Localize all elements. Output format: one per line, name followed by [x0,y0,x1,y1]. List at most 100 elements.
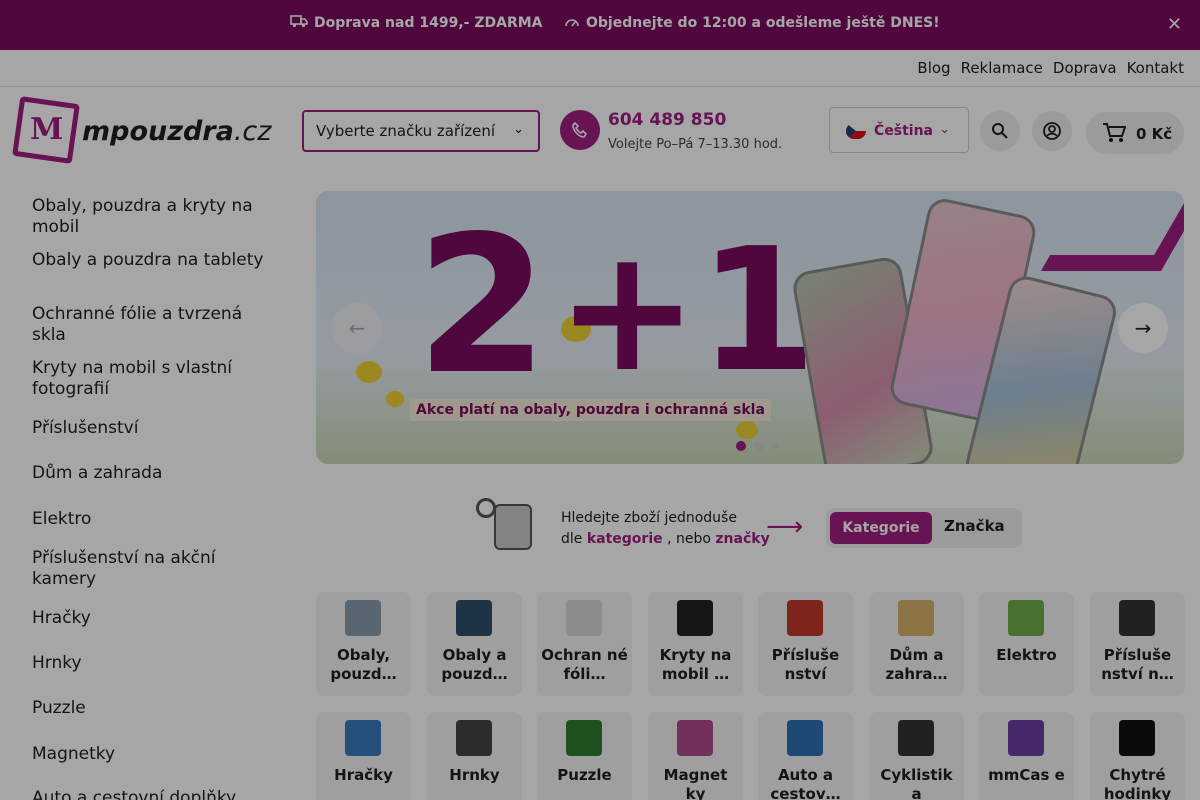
category-tile[interactable]: Přísluše nství n… [1090,592,1185,696]
category-tile-label: Ochran né fóli… [541,646,628,683]
category-tile[interactable]: Chytré hodinky [1090,712,1185,800]
chevron-down-icon: ⌄ [939,122,950,137]
secondary-nav: Blog Reklamace Doprava Kontakt [0,50,1200,87]
sidebar-item-folie[interactable]: Ochranné fólie a tvrzená skla [32,304,268,346]
category-thumb [898,720,934,756]
finder-link-brand[interactable]: značky [715,531,769,547]
logo-tld: .cz [233,116,272,147]
sidebar-item-obaly-tablety[interactable]: Obaly a pouzdra na tablety [32,250,268,271]
logo-text: mpouzdra.cz [82,116,271,147]
product-finder: Hledejte zboží jednoduše dle kategorie ,… [474,494,1034,560]
sidebar-item-magnetky[interactable]: Magnetky [32,744,268,765]
account-button[interactable] [1032,111,1072,151]
finder-toggle: Kategorie Značka [826,508,1022,548]
carousel-next-button[interactable]: → [1118,303,1168,353]
close-icon[interactable]: ✕ [1167,14,1182,35]
category-thumb [456,600,492,636]
category-tile-label: Obaly a pouzd… [441,646,508,683]
category-tile[interactable]: Auto a cestov… [758,712,853,800]
phone-icon[interactable] [560,110,600,150]
phone-number[interactable]: 604 489 850 [608,110,726,130]
phone-contact: 604 489 850 Volejte Po–Pá 7–13.30 hod. [560,108,820,158]
toggle-znacka[interactable]: Značka [944,517,1005,535]
carousel-prev-button[interactable]: ← [332,303,382,353]
category-thumb [898,600,934,636]
nav-link-kontakt[interactable]: Kontakt [1127,59,1184,77]
site-logo[interactable]: M mpouzdra.cz [12,96,271,164]
search-button[interactable] [980,111,1020,151]
language-label: Čeština [874,123,934,139]
finder-link-category[interactable]: kategorie [587,531,663,547]
category-tile[interactable]: Obaly, pouzd… [316,592,411,696]
category-tile[interactable]: Přísluše nství [758,592,853,696]
shipping-promo: Doprava nad 1499,- ZDARMA [290,14,543,32]
sidebar-item-prislusenstvi[interactable]: Příslušenství [32,418,268,439]
category-tile[interactable]: Hrnky [427,712,522,800]
truck-icon [290,14,308,32]
category-tile[interactable]: Magnet ky [648,712,743,800]
flower-decoration [386,391,404,407]
device-brand-select[interactable]: Vyberte značku zařízení ⌄ [302,110,540,152]
sidebar-item-vlastni-foto[interactable]: Kryty na mobil s vlastní fotografií [32,358,268,400]
category-thumb [677,720,713,756]
sidebar-item-dum-zahrada[interactable]: Dům a zahrada [32,463,268,484]
banner-tagline: Akce platí na obaly, pouzdra i ochranná … [410,399,771,421]
category-tile[interactable]: Dům a zahra… [869,592,964,696]
category-tile[interactable]: Ochran né fóli… [537,592,632,696]
sidebar-item-puzzle[interactable]: Puzzle [32,698,268,719]
arrow-right-icon: ⟶ [766,512,804,542]
arrow-right-icon: → [1134,316,1152,340]
category-thumb [1008,720,1044,756]
banner-headline-two: 2 [416,195,549,416]
category-tile[interactable]: Kryty na mobil … [648,592,743,696]
promo-carousel[interactable]: 2 +1 Akce platí na obaly, pouzdra i ochr… [316,191,1184,464]
category-tile[interactable]: Cyklistik a [869,712,964,800]
category-tile-label: Dům a zahra… [885,646,948,683]
nav-link-reklamace[interactable]: Reklamace [961,59,1043,77]
sidebar-item-auto[interactable]: Auto a cestovní doplňky [32,788,268,800]
nav-link-doprava[interactable]: Doprava [1053,59,1117,77]
sidebar-item-hrnky[interactable]: Hrnky [32,653,268,674]
finder-prefix: dle [561,531,583,547]
category-tile-label: Kryty na mobil … [659,646,732,683]
category-tile[interactable]: Hračky [316,712,411,800]
sidebar-item-akcni-kamery[interactable]: Příslušenství na akční kamery [32,548,268,590]
toggle-kategorie[interactable]: Kategorie [830,512,932,544]
category-tile-label: Přísluše nství n… [1101,646,1174,683]
sidebar-item-hracky[interactable]: Hračky [32,608,268,629]
category-tile-label: Obaly, pouzd… [330,646,397,683]
category-thumb [566,600,602,636]
account-icon [1043,122,1061,140]
category-tile-label: Hračky [334,766,393,784]
category-tile[interactable]: mmCas e [979,712,1074,800]
carousel-dot-3[interactable] [772,443,778,449]
category-tile[interactable]: Elektro [979,592,1074,696]
sidebar-item-obaly-mobil[interactable]: Obaly, pouzdra a kryty na mobil [32,196,268,238]
finder-line1: Hledejte zboží jednoduše [561,510,737,526]
cart-total: 0 Kč [1136,125,1173,143]
nav-link-blog[interactable]: Blog [917,59,950,77]
category-tile-label: Přísluše nství [771,646,840,683]
sidebar-item-elektro[interactable]: Elektro [32,509,268,530]
czech-flag-icon [846,123,866,139]
logo-mark: M [30,112,64,147]
device-brand-select-label: Vyberte značku zařízení [316,122,496,140]
language-select[interactable]: Čeština ⌄ [829,107,969,153]
carousel-dot-1[interactable] [736,441,746,451]
carousel-dot-2[interactable] [754,441,764,451]
category-thumb [1008,600,1044,636]
flower-decoration [736,421,758,439]
category-thumb [456,720,492,756]
cart-button[interactable]: 0 Kč [1086,112,1184,154]
category-tile-label: Chytré hodinky [1103,766,1172,800]
chevron-down-icon: ⌄ [513,122,524,137]
category-tile-label: Puzzle [557,766,612,784]
category-tile-label: Auto a cestov… [770,766,841,800]
category-thumb [566,720,602,756]
category-tile[interactable]: Puzzle [537,712,632,800]
category-tile-label: Elektro [996,646,1057,664]
flower-decoration [356,361,382,383]
category-tile[interactable]: Obaly a pouzd… [427,592,522,696]
arrow-left-icon: ← [348,316,366,340]
category-thumb [1119,720,1155,756]
